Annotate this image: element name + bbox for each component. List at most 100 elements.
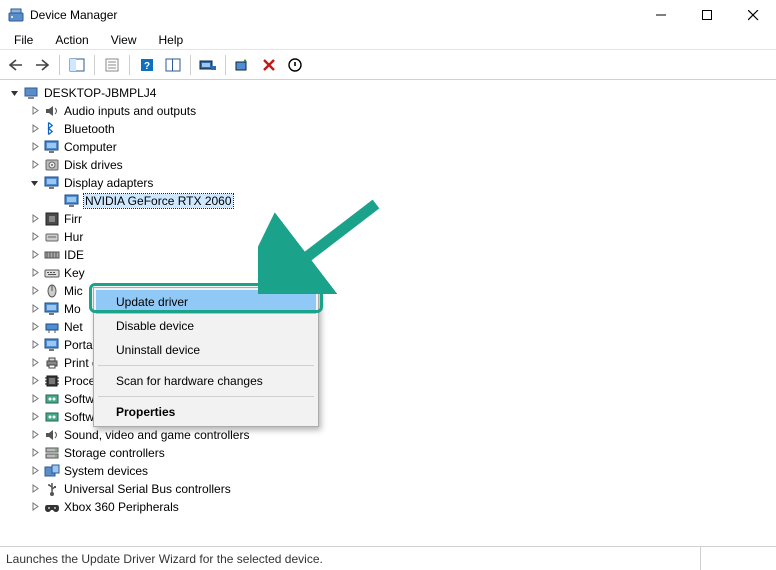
tree-node-label: Xbox 360 Peripherals [64,500,179,514]
update-driver-button[interactable] [196,53,220,77]
network-icon [44,319,60,335]
monitor-icon [64,193,80,209]
tree-node[interactable]: Firr [6,210,776,228]
chevron-right-icon[interactable] [28,284,42,298]
chevron-right-icon[interactable] [28,356,42,370]
hid-icon [44,229,60,245]
window-title: Device Manager [30,8,638,22]
chevron-right-icon[interactable] [28,428,42,442]
close-button[interactable] [730,0,776,30]
component-icon [44,409,60,425]
tree-node[interactable]: Hur [6,228,776,246]
chevron-right-icon[interactable] [28,392,42,406]
window-controls [638,0,776,30]
chevron-right-icon[interactable] [28,248,42,262]
storage-icon [44,445,60,461]
tree-node[interactable]: Computer [6,138,776,156]
toolbar-separator [59,55,60,75]
tree-node[interactable]: System devices [6,462,776,480]
back-button[interactable] [4,53,28,77]
help-button[interactable]: ? [135,53,159,77]
window: Device Manager File Action View Help ? D… [0,0,776,570]
chevron-right-icon[interactable] [28,374,42,388]
tree-node-label: Firr [64,212,82,226]
tree-node[interactable]: Sound, video and game controllers [6,426,776,444]
chevron-right-icon[interactable] [28,266,42,280]
context-menu-item[interactable]: Uninstall device [96,338,316,362]
tree-node[interactable]: Storage controllers [6,444,776,462]
context-menu: Update driverDisable deviceUninstall dev… [93,287,319,427]
tree-node[interactable]: Key [6,264,776,282]
chevron-right-icon[interactable] [28,158,42,172]
disk-icon [44,157,60,173]
chevron-right-icon[interactable] [28,104,42,118]
tree-node[interactable]: Universal Serial Bus controllers [6,480,776,498]
system-icon [44,463,60,479]
tree-root[interactable]: DESKTOP-JBMPLJ4 [6,84,776,102]
disable-button[interactable] [283,53,307,77]
menu-file[interactable]: File [6,31,41,49]
tree-node[interactable]: Xbox 360 Peripherals [6,498,776,516]
printer-icon [44,355,60,371]
tree-node-label: Storage controllers [64,446,165,460]
context-menu-item[interactable]: Update driver [96,290,316,314]
context-menu-item[interactable]: Disable device [96,314,316,338]
chevron-right-icon[interactable] [28,464,42,478]
status-bar: Launches the Update Driver Wizard for th… [0,546,776,570]
tree-node-label: Display adapters [64,176,153,190]
keyboard-icon [44,265,60,281]
tree-node-label: System devices [64,464,148,478]
chevron-right-icon[interactable] [28,140,42,154]
tree-node[interactable]: Display adapters [6,174,776,192]
chevron-right-icon[interactable] [28,446,42,460]
tree-node[interactable]: Bluetooth [6,120,776,138]
chevron-right-icon[interactable] [28,212,42,226]
chevron-down-icon[interactable] [28,176,42,190]
tree-node-label: Bluetooth [64,122,115,136]
tree-node[interactable]: IDE [6,246,776,264]
chevron-right-icon[interactable] [28,122,42,136]
tree-node-label: Hur [64,230,83,244]
tree-node-child[interactable]: NVIDIA GeForce RTX 2060 [6,192,776,210]
ide-icon [44,247,60,263]
tree-node[interactable]: Audio inputs and outputs [6,102,776,120]
tree-node-label: Mo [64,302,81,316]
titlebar: Device Manager [0,0,776,30]
tree-node-label: Universal Serial Bus controllers [64,482,231,496]
chevron-right-icon[interactable] [28,500,42,514]
minimize-button[interactable] [638,0,684,30]
usb-icon [44,481,60,497]
forward-button[interactable] [30,53,54,77]
scan-hardware-button[interactable] [231,53,255,77]
chevron-right-icon[interactable] [28,320,42,334]
cpu-icon [44,373,60,389]
chevron-down-icon[interactable] [8,86,22,100]
speaker-icon [44,427,60,443]
maximize-button[interactable] [684,0,730,30]
chevron-right-icon[interactable] [28,302,42,316]
chevron-right-icon[interactable] [28,482,42,496]
menu-help[interactable]: Help [151,31,192,49]
mouse-icon [44,283,60,299]
chevron-right-icon[interactable] [28,410,42,424]
menu-action[interactable]: Action [47,31,96,49]
menu-view[interactable]: View [103,31,145,49]
uninstall-button[interactable] [257,53,281,77]
component-icon [44,391,60,407]
properties-button[interactable] [100,53,124,77]
app-icon [8,7,24,23]
firmware-icon [44,211,60,227]
context-menu-separator [98,396,314,397]
menubar: File Action View Help [0,30,776,50]
context-menu-item[interactable]: Scan for hardware changes [96,369,316,393]
monitor-icon [44,139,60,155]
toolbar-separator [129,55,130,75]
tree-node-label: Sound, video and game controllers [64,428,249,442]
tree-node[interactable]: Disk drives [6,156,776,174]
tree-node-label: Net [64,320,83,334]
show-hide-console-tree-button[interactable] [65,53,89,77]
context-menu-item[interactable]: Properties [96,400,316,424]
chevron-right-icon[interactable] [28,338,42,352]
toolbar-button[interactable] [161,53,185,77]
chevron-right-icon[interactable] [28,230,42,244]
